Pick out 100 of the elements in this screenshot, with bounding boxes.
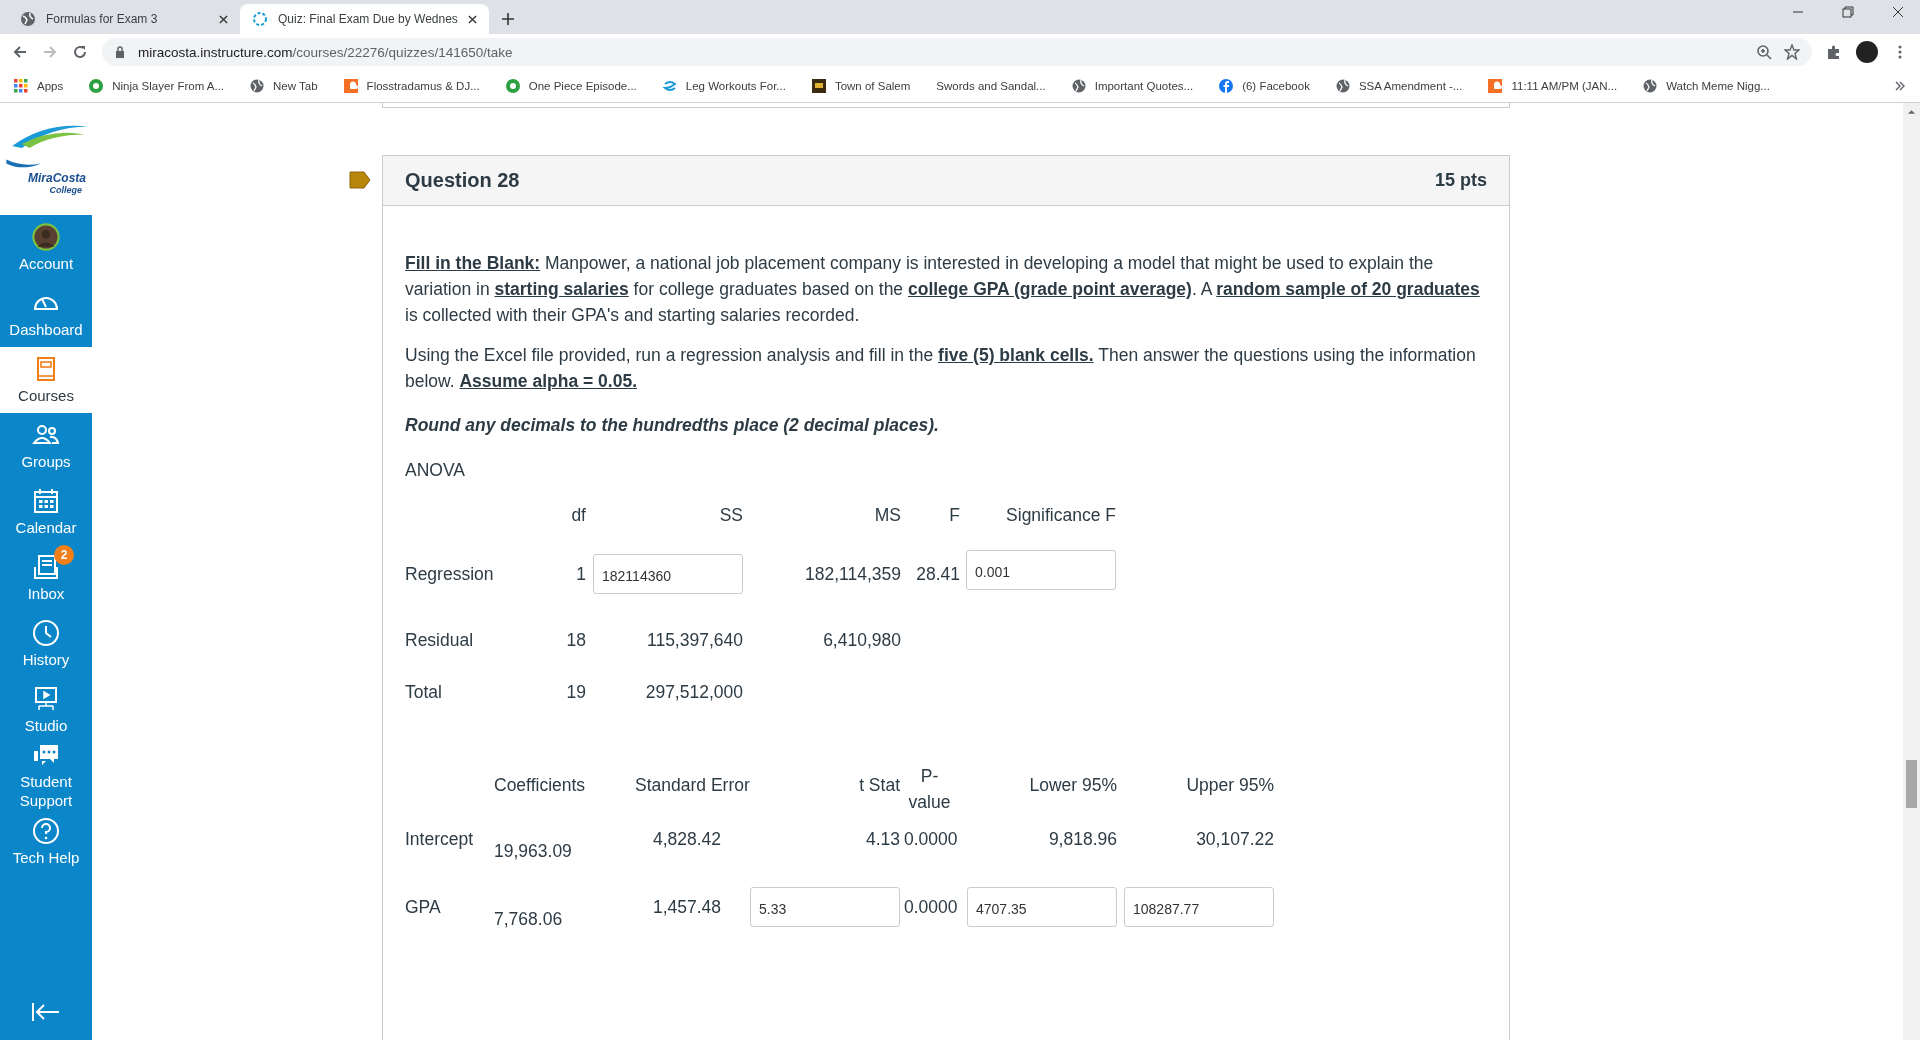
row-label: Intercept: [405, 829, 475, 850]
tile-icon: [811, 79, 826, 93]
bookmark[interactable]: (6) Facebook: [1219, 79, 1310, 93]
table-cell: 18: [566, 630, 586, 650]
bookmark[interactable]: 11:11 AM/PM (JAN...: [1488, 79, 1618, 93]
sidebar-item[interactable]: Account: [0, 215, 92, 281]
column-header: Lower 95%: [1029, 775, 1117, 795]
tab-title: Formulas for Exam 3: [46, 12, 159, 26]
chevron-icon[interactable]: [1894, 80, 1906, 92]
bookmark[interactable]: Town of Salem: [811, 79, 911, 93]
column-header: P-value: [907, 765, 952, 814]
restore-icon[interactable]: [1842, 6, 1854, 18]
studio-icon: [32, 684, 60, 713]
unread-badge: 2: [54, 544, 74, 565]
sidebar-item[interactable]: Studio: [0, 677, 92, 743]
bookmark[interactable]: Watch Meme Nigg...: [1643, 79, 1770, 93]
new-tab-icon[interactable]: [500, 12, 515, 26]
url-text: miracosta.instructure.com/courses/22276/quizzes/141650/take: [138, 44, 513, 60]
loading-icon: [252, 11, 268, 27]
column-header: F: [948, 505, 960, 526]
column-header: Significance F: [1005, 505, 1116, 526]
row-label: Residual: [405, 630, 475, 651]
back-icon[interactable]: [12, 44, 28, 60]
sidebar-item[interactable]: Tech Help: [0, 809, 92, 875]
bookmark[interactable]: Leg Workouts For...: [662, 79, 786, 93]
column-header: SS: [718, 505, 743, 526]
bookmark[interactable]: One Piece Episode...: [505, 79, 637, 93]
bookmark[interactable]: Swords and Sandal...: [936, 80, 1046, 92]
sidebar-item[interactable]: 2 Inbox: [0, 545, 92, 611]
column-header: MS: [873, 505, 901, 526]
bookmark[interactable]: Important Quotes...: [1071, 79, 1194, 93]
answer-field[interactable]: 5.33: [750, 887, 900, 927]
close-icon[interactable]: [1892, 6, 1904, 18]
globe-icon: [20, 11, 36, 27]
instruction-text: Round any decimals to the hundredths place (2 decimal places).: [405, 414, 940, 437]
table-cell: 297,512,000: [645, 682, 743, 702]
column-header: Coefficients: [494, 775, 586, 795]
star-icon[interactable]: [1784, 44, 1800, 60]
help-icon: [32, 816, 60, 845]
zoom-icon[interactable]: [1756, 44, 1772, 60]
table-cell: 1,457.48: [652, 897, 722, 917]
browser-tab[interactable]: Quiz: Final Exam Due by Wednes: [240, 4, 489, 34]
bookmark-flag-icon[interactable]: [349, 171, 371, 189]
column-header: df: [570, 505, 586, 526]
bookmark[interactable]: New Tab: [250, 79, 318, 93]
sidebar-item[interactable]: Calendar: [0, 479, 92, 545]
close-icon[interactable]: [467, 14, 477, 24]
sidebar-item[interactable]: Dashboard: [0, 281, 92, 347]
globe-icon: [250, 79, 265, 93]
bookmark[interactable]: Ninja Slayer From A...: [89, 79, 225, 93]
lock-icon: [114, 46, 126, 58]
profile-icon[interactable]: [1856, 41, 1878, 63]
row-label: Total: [405, 682, 443, 703]
table-cell: 19: [566, 682, 586, 702]
table-cell: 115,397,640: [646, 630, 743, 650]
globe-icon: [1335, 79, 1350, 93]
grid-icon: [14, 79, 28, 93]
question-text: Fill in the Blank: Manpower, a national job placement company is interested in developing a model that might be used to explain the variation in starting salaries for college graduates based on the college GPA (grade point average). A random sample of 20 graduates is collected with their GPA's and starting salaries recorded.: [405, 252, 1481, 327]
table-cell: 0.0000: [904, 897, 958, 917]
answer-field[interactable]: 0.001: [966, 550, 1116, 590]
collapse-icon[interactable]: [31, 1002, 61, 1022]
table-cell: 28.41: [916, 564, 960, 584]
clock-icon: [32, 618, 60, 647]
answer-field[interactable]: 108287.77: [1124, 887, 1274, 927]
cloud-icon: [343, 79, 358, 93]
reload-icon[interactable]: [72, 44, 88, 60]
globe-icon: [1643, 79, 1658, 93]
points-label: 15 pts: [1434, 170, 1487, 191]
column-header: Standard Error: [635, 775, 750, 795]
answer-field[interactable]: 182114360: [593, 554, 743, 594]
question-text: Using the Excel file provided, run a regression analysis and fill in the five (5) blank cells. Then answer the questions using the information below. Assume alpha = 0.05.: [405, 344, 1477, 393]
tab-title: Quiz: Final Exam Due by Wednes: [278, 12, 458, 26]
bookmark[interactable]: Apps: [14, 79, 64, 93]
puzzle-icon[interactable]: [1826, 44, 1842, 60]
answer-field[interactable]: 4707.35: [967, 887, 1117, 927]
globe-icon: [1071, 79, 1086, 93]
bookmark[interactable]: SSA Amendment -...: [1335, 79, 1463, 93]
calendar-icon: [32, 486, 60, 515]
question-title: Question 28: [405, 169, 520, 192]
table-cell: 7,768.06: [494, 909, 563, 929]
close-icon[interactable]: [219, 14, 228, 24]
table-cell: 6,410,980: [823, 630, 901, 650]
table-cell: 182,114,359: [804, 564, 901, 584]
row-label: Regression: [405, 564, 495, 585]
column-header: t Stat: [859, 775, 900, 795]
address-bar[interactable]: miracosta.instructure.com/courses/22276/quizzes/141650/take: [102, 38, 1812, 66]
sidebar-item[interactable]: Groups: [0, 413, 92, 479]
sidebar-item[interactable]: Courses: [0, 347, 92, 413]
sidebar-item[interactable]: Student Support: [0, 743, 92, 809]
inbox-icon: [32, 552, 60, 581]
sidebar-item[interactable]: History: [0, 611, 92, 677]
scroll-up-icon[interactable]: [1907, 109, 1916, 115]
table-cell: 1: [576, 564, 586, 584]
scrollbar-thumb[interactable]: [1906, 760, 1917, 808]
browser-tab[interactable]: Formulas for Exam 3: [8, 4, 240, 34]
bookmark[interactable]: Flosstradamus & DJ...: [343, 79, 480, 93]
logo-text: MiraCosta: [28, 171, 86, 185]
table-cell: 30,107.22: [1196, 829, 1274, 849]
cloud-icon: [1488, 79, 1503, 93]
row-label: GPA: [405, 897, 442, 918]
